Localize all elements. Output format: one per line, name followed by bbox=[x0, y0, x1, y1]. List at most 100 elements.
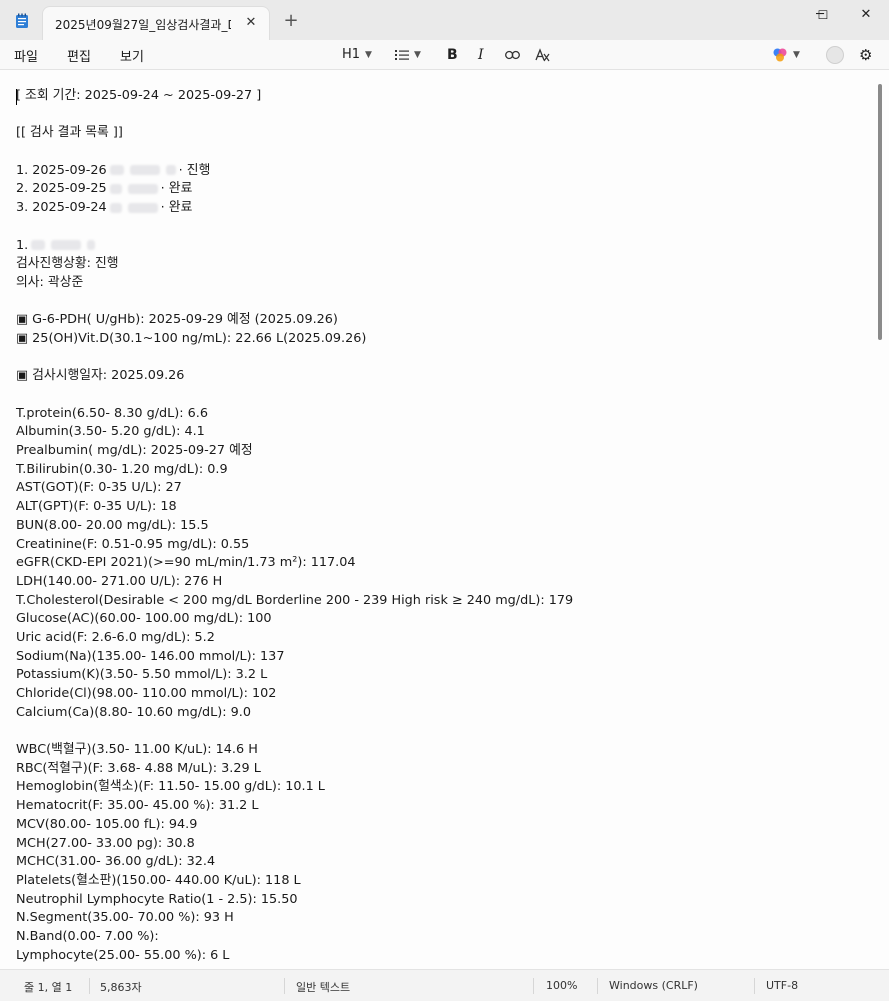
line-text: N.Band(0.00- 7.00 %): bbox=[16, 928, 159, 944]
redacted-text bbox=[165, 165, 176, 176]
status-suffix: · 진행 bbox=[178, 162, 211, 178]
text-line: ALT(GPT)(F: 0-35 U/L): 18 bbox=[16, 498, 866, 517]
line-text: Chloride(Cl)(98.00- 110.00 mmol/L): 102 bbox=[16, 686, 277, 701]
redacted-text bbox=[109, 165, 124, 176]
line-text: AST(GOT)(F: 0-35 U/L): 27 bbox=[16, 480, 182, 496]
line-text: ▣ 검사시행일자: 2025.09.26 bbox=[16, 368, 185, 384]
text-line: 1. 2025-09-26 · 진행 bbox=[16, 162, 866, 181]
text-line: 3. 2025-09-24 · 완료 bbox=[16, 199, 866, 218]
menu-file[interactable]: 파일 bbox=[14, 46, 38, 65]
text-line bbox=[16, 349, 866, 368]
list-dropdown[interactable]: ▼ bbox=[395, 45, 421, 65]
text-line: MCHC(31.00- 36.00 g/dL): 32.4 bbox=[16, 853, 866, 872]
gear-icon[interactable]: ⚙ bbox=[859, 45, 872, 65]
notepad-icon bbox=[16, 13, 28, 28]
line-text: Albumin(3.50- 5.20 g/dL): 4.1 bbox=[16, 424, 205, 440]
cursor-position: 줄 1, 열 1 bbox=[24, 981, 73, 994]
text-line: Sodium(Na)(135.00- 146.00 mmol/L): 137 bbox=[16, 648, 866, 667]
line-text: T.Cholesterol(Desirable < 200 mg/dL Bord… bbox=[16, 592, 574, 608]
chevron-down-icon: ▼ bbox=[365, 50, 372, 60]
line-text: T.Bilirubin(0.30- 1.20 mg/dL): 0.9 bbox=[16, 461, 228, 477]
vertical-scrollbar[interactable] bbox=[878, 84, 882, 340]
line-text: Hemoglobin(헐색소)(F: 11.50- 15.00 g/dL): 1… bbox=[16, 779, 325, 795]
line-text: Prealbumin( mg/dL): 2025-09-27 예정 bbox=[16, 443, 253, 459]
text-line: MCH(27.00- 33.00 pg): 30.8 bbox=[16, 835, 866, 854]
line-text: ALT(GPT)(F: 0-35 U/L): 18 bbox=[16, 499, 177, 515]
redacted-text bbox=[109, 202, 122, 213]
char-count: 5,863자 bbox=[100, 981, 142, 994]
text-line: 2. 2025-09-25 · 완료 bbox=[16, 180, 866, 199]
editor-text[interactable]: [ 조회 기간: 2025-09-24 ~ 2025-09-27 ] [[ 검사 … bbox=[16, 87, 866, 965]
line-text: 1. bbox=[16, 237, 29, 253]
line-text: N.Segment(35.00- 70.00 %): 93 H bbox=[16, 910, 234, 926]
line-text: Sodium(Na)(135.00- 146.00 mmol/L): 137 bbox=[16, 648, 285, 664]
text-line bbox=[16, 218, 866, 237]
zoom-level[interactable]: 100% bbox=[546, 979, 577, 992]
line-text: 검사진행상황: 진행 bbox=[16, 256, 119, 272]
text-line: 검사진행상황: 진행 bbox=[16, 255, 866, 274]
link-button[interactable] bbox=[505, 45, 520, 65]
copilot-dropdown[interactable]: ▼ bbox=[772, 45, 800, 65]
copilot-icon bbox=[773, 48, 787, 61]
text-line: Uric acid(F: 2.6-6.0 mg/dL): 5.2 bbox=[16, 629, 866, 648]
text-line: Platelets(혈소판)(150.00- 440.00 K/uL): 118… bbox=[16, 872, 866, 891]
text-line: LDH(140.00- 271.00 U/L): 276 H bbox=[16, 573, 866, 592]
line-text: Glucose(AC)(60.00- 100.00 mg/dL): 100 bbox=[16, 611, 272, 627]
new-tab-icon[interactable]: + bbox=[283, 12, 299, 30]
text-line: Calcium(Ca)(8.80- 10.60 mg/dL): 9.0 bbox=[16, 704, 866, 723]
text-line: Potassium(K)(3.50- 5.50 mmol/L): 3.2 L bbox=[16, 666, 866, 685]
text-line: Hemoglobin(헐색소)(F: 11.50- 15.00 g/dL): 1… bbox=[16, 778, 866, 797]
chevron-down-icon: ▼ bbox=[414, 50, 421, 60]
menu-view[interactable]: 보기 bbox=[120, 46, 144, 65]
redacted-text bbox=[127, 202, 158, 213]
avatar[interactable] bbox=[826, 46, 844, 64]
encoding[interactable]: UTF-8 bbox=[766, 979, 798, 992]
line-text: 3. 2025-09-24 bbox=[16, 200, 107, 216]
line-text: Platelets(혈소판)(150.00- 440.00 K/uL): 118… bbox=[16, 872, 301, 888]
text-line: eGFR(CKD-EPI 2021)(>=90 mL/min/1.73 m²):… bbox=[16, 554, 866, 573]
redacted-text bbox=[127, 183, 158, 194]
text-line: Glucose(AC)(60.00- 100.00 mg/dL): 100 bbox=[16, 610, 866, 629]
text-line: N.Segment(35.00- 70.00 %): 93 H bbox=[16, 909, 866, 928]
line-text: Neutrophil Lymphocyte Ratio(1 - 2.5): 15… bbox=[16, 891, 298, 907]
text-line bbox=[16, 106, 866, 125]
close-icon[interactable]: ✕ bbox=[843, 0, 889, 30]
text-line: Neutrophil Lymphocyte Ratio(1 - 2.5): 15… bbox=[16, 891, 866, 910]
redacted-text bbox=[129, 165, 160, 176]
text-line: ▣ 25(OH)Vit.D(30.1~100 ng/mL): 22.66 L(2… bbox=[16, 330, 866, 349]
text-line bbox=[16, 722, 866, 741]
menu-bar: 파일 편집 보기 H1 ▼ ▼ B I ▼ ⚙ bbox=[0, 40, 889, 70]
document-tab[interactable]: 2025년09월27일_임상검사결과_Dr ✕ bbox=[42, 6, 270, 40]
text-line: Chloride(Cl)(98.00- 110.00 mmol/L): 102 bbox=[16, 685, 866, 704]
heading-label: H1 bbox=[342, 47, 361, 62]
text-format[interactable]: 일반 텍스트 bbox=[296, 979, 350, 995]
maximize-icon[interactable]: ☐ bbox=[800, 0, 846, 30]
editor-area[interactable]: [ 조회 기간: 2025-09-24 ~ 2025-09-27 ] [[ 검사 … bbox=[0, 70, 889, 969]
text-line: 의사: 곽상준 bbox=[16, 274, 866, 293]
line-text: BUN(8.00- 20.00 mg/dL): 15.5 bbox=[16, 517, 209, 533]
heading-dropdown[interactable]: H1 ▼ bbox=[342, 45, 372, 65]
list-icon bbox=[395, 49, 409, 60]
text-line: Creatinine(F: 0.51-0.95 mg/dL): 0.55 bbox=[16, 536, 866, 555]
line-text: Uric acid(F: 2.6-6.0 mg/dL): 5.2 bbox=[16, 629, 215, 645]
line-text: Potassium(K)(3.50- 5.50 mmol/L): 3.2 L bbox=[16, 667, 268, 683]
clear-format-button[interactable] bbox=[535, 45, 550, 65]
bold-button[interactable]: B bbox=[447, 45, 458, 65]
menu-edit[interactable]: 편집 bbox=[67, 46, 91, 65]
line-text: MCV(80.00- 105.00 fL): 94.9 bbox=[16, 816, 198, 832]
divider bbox=[284, 978, 285, 994]
line-ending[interactable]: Windows (CRLF) bbox=[609, 979, 698, 992]
text-line: RBC(적혈구)(F: 3.68- 4.88 M/uL): 3.29 L bbox=[16, 760, 866, 779]
status-suffix: · 완료 bbox=[160, 200, 193, 216]
italic-button[interactable]: I bbox=[478, 45, 484, 65]
clear-format-icon bbox=[535, 47, 550, 61]
line-text: eGFR(CKD-EPI 2021)(>=90 mL/min/1.73 m²):… bbox=[16, 555, 356, 571]
redacted-text bbox=[87, 240, 96, 250]
line-text: RBC(적혈구)(F: 3.68- 4.88 M/uL): 3.29 L bbox=[16, 760, 261, 776]
title-bar: 2025년09월27일_임상검사결과_Dr ✕ + ─ ☐ ✕ bbox=[0, 0, 889, 41]
line-text: 2. 2025-09-25 bbox=[16, 181, 107, 197]
tab-close-icon[interactable]: ✕ bbox=[243, 15, 259, 31]
text-caret bbox=[16, 89, 17, 105]
text-line: Hematocrit(F: 35.00- 45.00 %): 31.2 L bbox=[16, 797, 866, 816]
divider bbox=[89, 978, 90, 994]
